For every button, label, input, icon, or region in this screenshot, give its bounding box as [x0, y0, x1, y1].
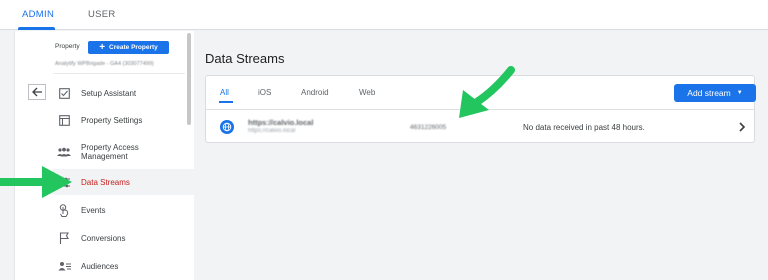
add-stream-button[interactable]: Add stream ▼ — [674, 84, 756, 102]
flag-icon — [53, 232, 75, 244]
sidebar-item-audiences[interactable]: Audiences — [53, 253, 195, 279]
back-button[interactable] — [28, 84, 46, 100]
dropdown-caret-icon: ▼ — [736, 90, 743, 96]
sidebar-item-label: Audiences — [81, 261, 119, 271]
sidebar-item-property-settings[interactable]: Property Settings — [53, 107, 195, 133]
annotation-arrow-icon — [0, 166, 72, 198]
sidebar-item-property-access-management[interactable]: Property Access Management — [53, 137, 195, 167]
sidebar-item-label: Property Access Management — [81, 143, 139, 161]
tab-user[interactable]: USER — [88, 9, 116, 20]
tab-web[interactable]: Web — [359, 88, 375, 97]
create-property-button[interactable]: + Create Property — [88, 41, 169, 54]
sidebar-item-label: Data Streams — [81, 177, 130, 187]
people-icon — [53, 147, 75, 157]
touch-icon — [53, 203, 75, 217]
stream-name: https://calvio.local — [248, 118, 314, 127]
web-globe-icon — [220, 120, 234, 134]
page-title: Data Streams — [205, 51, 285, 66]
top-tab-bar: ADMIN USER — [0, 0, 768, 30]
sidebar-item-setup-assistant[interactable]: Setup Assistant — [53, 80, 195, 106]
divider — [53, 73, 185, 74]
sidebar-item-label: Events — [81, 205, 106, 215]
sidebar-item-data-streams[interactable]: Data Streams — [53, 169, 195, 195]
tab-ios[interactable]: iOS — [258, 88, 271, 97]
annotation-arrow-icon — [459, 66, 515, 118]
create-property-label: Create Property — [109, 44, 158, 51]
sidebar-item-conversions[interactable]: Conversions — [53, 225, 195, 251]
tab-all[interactable]: All — [220, 88, 229, 97]
tab-android[interactable]: Android — [301, 88, 329, 97]
property-selector[interactable]: Analytify WPBrigade - GA4 (303077499) — [55, 61, 154, 67]
sidebar-item-label: Setup Assistant — [81, 88, 137, 98]
stream-status: No data received in past 48 hours. — [523, 123, 645, 132]
property-label: Property — [55, 43, 80, 50]
checkbox-icon — [53, 87, 75, 99]
active-tab-indicator — [18, 27, 55, 30]
tab-admin[interactable]: ADMIN — [22, 9, 54, 20]
add-stream-label: Add stream — [687, 88, 731, 98]
sidebar-item-events[interactable]: Events — [53, 197, 195, 223]
settings-box-icon — [53, 114, 75, 126]
sidebar-item-label: Conversions — [81, 233, 126, 243]
audience-icon — [53, 261, 75, 271]
active-tab-indicator — [219, 101, 233, 103]
stream-id: 4631226005 — [410, 124, 447, 131]
plus-icon: + — [99, 41, 106, 53]
back-arrow-icon — [31, 87, 42, 97]
chevron-right-icon — [739, 122, 746, 132]
stream-url: https://calvio.local — [248, 128, 296, 134]
sidebar-item-label: Property Settings — [81, 115, 143, 125]
admin-sidebar: Property + Create Property Analytify WPB… — [14, 31, 195, 280]
